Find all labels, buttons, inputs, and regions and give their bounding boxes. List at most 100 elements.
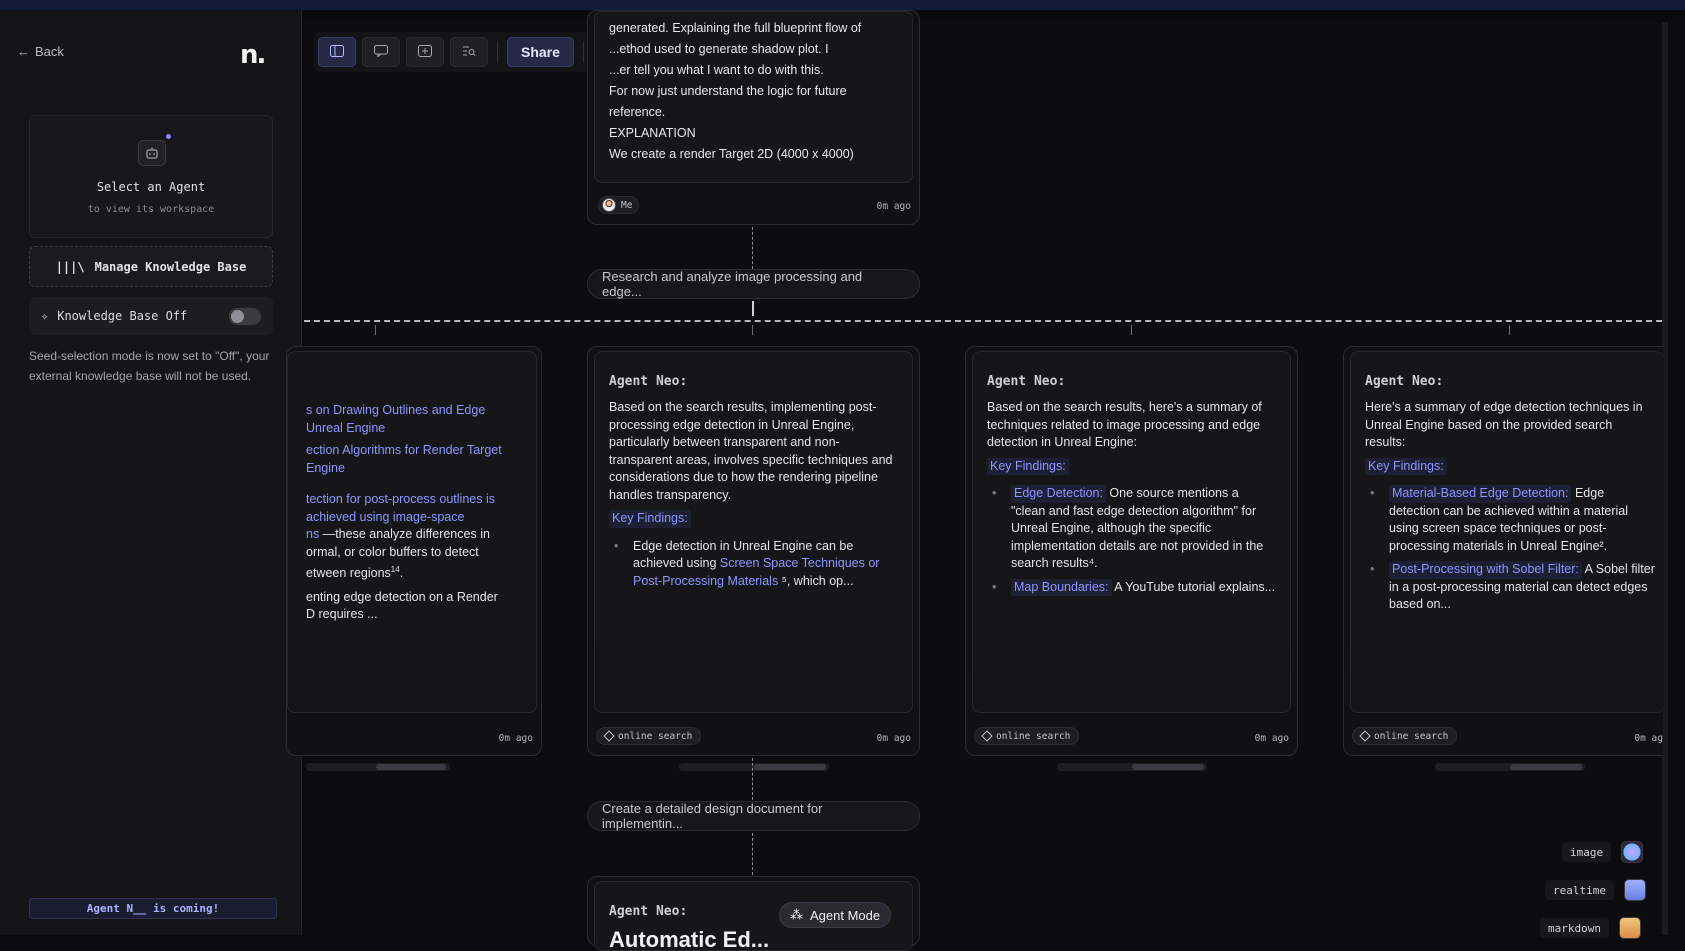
select-agent-card[interactable]: Select an Agent to view its workspace: [29, 115, 273, 238]
response-time: 0m ag: [1634, 733, 1663, 744]
connector: [752, 227, 753, 269]
agent-response-node[interactable]: Agent Neo: Based on the search results, …: [587, 346, 920, 756]
branch-connector: [304, 320, 1662, 322]
kb-toggle-label: Knowledge Base Off: [57, 309, 188, 323]
chat-view-button[interactable]: [362, 37, 400, 67]
response-body: s on Drawing Outlines and Edge Unreal En…: [287, 351, 537, 713]
document-title: Automatic Ed...: [609, 927, 770, 951]
sidebar: ← Back n. Select an Agent to view its wo…: [0, 10, 302, 935]
markdown-icon: [1618, 917, 1641, 939]
message-body: generated. Explaining the full blueprint…: [594, 11, 913, 183]
output-type-realtime[interactable]: realtime: [1545, 879, 1646, 901]
online-search-tag: online search: [596, 727, 702, 745]
response-text: Based on the search results, here's a su…: [987, 399, 1276, 596]
agent-response-node[interactable]: Agent Neo: Based on the search results, …: [965, 346, 1298, 756]
agent-name: Agent Neo:: [987, 374, 1066, 389]
chat-icon: [374, 44, 388, 60]
prompt-text: Research and analyze image processing an…: [602, 269, 863, 299]
search-nodes-button[interactable]: [450, 37, 488, 67]
key-findings-label: Key Findings:: [987, 457, 1069, 475]
diamond-icon: [1359, 730, 1371, 742]
key-findings-label: Key Findings:: [1365, 457, 1447, 475]
agent-card-subtitle: to view its workspace: [87, 204, 215, 215]
content-fade: [973, 622, 1290, 712]
response-text: Based on the search results, implementin…: [609, 399, 898, 590]
finding-item: Map Boundaries: A YouTube tutorial expla…: [987, 578, 1276, 596]
output-type-markdown[interactable]: markdown: [1540, 917, 1641, 939]
node-scrollbar[interactable]: [679, 763, 829, 771]
kb-note: Seed-selection mode is now set to "Off",…: [29, 349, 270, 383]
knowledge-base-toggle-row: ✧ Knowledge Base Off: [29, 297, 273, 335]
finding-item: Edge Detection: One source mentions a "c…: [987, 485, 1276, 573]
diamond-icon: [603, 730, 615, 742]
online-search-tag: online search: [1352, 727, 1458, 745]
connector: [752, 301, 754, 316]
author-avatar: [602, 198, 616, 212]
content-fade: [595, 622, 912, 712]
sparkles-icon: ⁂: [790, 907, 803, 922]
response-body: Agent Neo: Based on the search results, …: [594, 351, 913, 713]
response-text: Here's a summary of edge detection techn…: [1365, 399, 1656, 614]
response-time: 0m ago: [498, 733, 533, 744]
search-list-icon: [462, 45, 476, 60]
message-text: generated. Explaining the full blueprint…: [609, 21, 862, 161]
status-dot: [166, 134, 171, 139]
connector: [752, 833, 753, 875]
agent-card-title: Select an Agent: [96, 180, 206, 194]
response-text: s on Drawing Outlines and Edge Unreal En…: [306, 403, 502, 622]
output-type-image[interactable]: image: [1562, 841, 1644, 863]
branch-tick: [752, 325, 753, 335]
back-button[interactable]: ← Back: [17, 44, 64, 59]
add-node-button[interactable]: [406, 37, 444, 67]
response-time: 0m ago: [1254, 733, 1289, 744]
branch-tick: [1509, 325, 1510, 335]
app-logo: n.: [240, 40, 266, 70]
node-scrollbar[interactable]: [1435, 763, 1585, 771]
share-button[interactable]: Share: [507, 37, 574, 67]
agent-name: Agent Neo:: [609, 374, 688, 389]
agent-response-node[interactable]: Agent Neo: Here's a summary of edge dete…: [1343, 346, 1664, 756]
user-message-node[interactable]: generated. Explaining the full blueprint…: [587, 10, 920, 225]
manage-kb-label: Manage Knowledge Base: [94, 259, 247, 274]
back-label: Back: [35, 44, 64, 59]
response-time: 0m ago: [876, 733, 911, 744]
prompt-text: Create a detailed design document for im…: [602, 801, 823, 831]
content-fade: [1351, 622, 1664, 712]
finding-item: Edge detection in Unreal Engine can be a…: [609, 538, 898, 591]
finding-item: Material-Based Edge Detection: Edge dete…: [1365, 485, 1656, 555]
sidebar-toggle-button[interactable]: [318, 37, 356, 67]
content-fade: [288, 622, 536, 712]
node-scrollbar[interactable]: [306, 763, 450, 771]
coming-soon-banner: Agent N__ is coming!: [29, 898, 277, 919]
connector: [752, 758, 753, 800]
agent-response-node[interactable]: s on Drawing Outlines and Edge Unreal En…: [286, 346, 542, 756]
message-time: 0m ago: [876, 201, 911, 212]
diamond-icon: [981, 730, 993, 742]
toolbar-divider: [582, 41, 584, 63]
window-top-stripe: [0, 0, 1685, 10]
knowledge-base-toggle[interactable]: [229, 307, 261, 325]
chart-icon: [1623, 879, 1646, 901]
toolbar-divider: [497, 41, 498, 63]
key-findings-label: Key Findings:: [609, 510, 691, 528]
branch-tick: [375, 325, 376, 335]
node-scrollbar[interactable]: [1057, 763, 1207, 771]
task-prompt-node[interactable]: Research and analyze image processing an…: [587, 269, 920, 299]
agent-mode-button[interactable]: ⁂ Agent Mode: [779, 902, 892, 928]
arrow-left-icon: ←: [17, 44, 30, 59]
task-prompt-node[interactable]: Create a detailed design document for im…: [587, 801, 920, 831]
library-icon: |||\: [55, 259, 85, 274]
sparkle-icon: ✧: [41, 309, 49, 323]
response-body: Agent Neo: Here's a summary of edge dete…: [1350, 351, 1664, 713]
response-body: Agent Neo: Based on the search results, …: [972, 351, 1291, 713]
branch-tick: [1131, 325, 1132, 335]
add-box-icon: [418, 44, 432, 60]
sidebar-icon: [330, 44, 344, 60]
finding-item: Post-Processing with Sobel Filter: A Sob…: [1365, 561, 1656, 614]
image-icon: [1621, 841, 1644, 863]
agent-name: Agent Neo:: [1365, 374, 1444, 389]
manage-knowledge-base-button[interactable]: |||\ Manage Knowledge Base: [29, 246, 273, 287]
online-search-tag: online search: [974, 727, 1080, 745]
author-chip: Me: [598, 196, 640, 214]
robot-icon: [138, 140, 166, 166]
